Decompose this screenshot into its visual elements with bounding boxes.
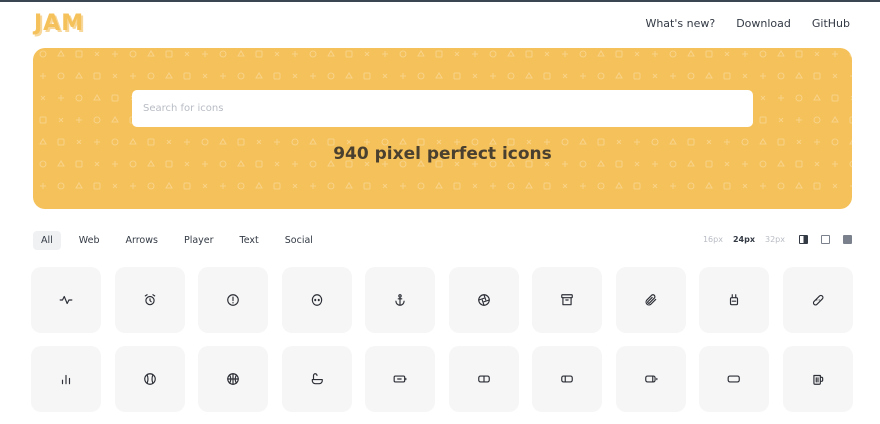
filter-player[interactable]: Player bbox=[176, 231, 222, 250]
alarm-clock-icon bbox=[144, 294, 155, 306]
icon-tile[interactable] bbox=[31, 346, 101, 412]
activity-icon bbox=[59, 295, 73, 305]
icon-tile[interactable] bbox=[699, 267, 769, 333]
size-32px[interactable]: 32px bbox=[765, 235, 785, 244]
filled-square-icon[interactable] bbox=[843, 235, 852, 244]
archive-icon bbox=[561, 294, 573, 306]
icon-tile[interactable] bbox=[532, 267, 602, 333]
half-fill-icon[interactable] bbox=[799, 235, 808, 244]
icon-tile[interactable] bbox=[114, 267, 185, 333]
size-24px[interactable]: 24px bbox=[733, 235, 755, 244]
icon-pattern-background bbox=[39, 49, 852, 190]
logo[interactable]: JAM bbox=[34, 11, 84, 36]
aperture-icon bbox=[477, 294, 490, 306]
battery-half-icon bbox=[477, 375, 490, 383]
hero-title: 940 pixel perfect icons bbox=[333, 144, 552, 164]
alert-circle-icon bbox=[227, 294, 239, 306]
basketball-icon bbox=[227, 373, 239, 385]
icon-tile[interactable] bbox=[114, 346, 185, 412]
size-and-theme-controls: 16px 24px 32px bbox=[703, 235, 852, 244]
hero-banner: 940 pixel perfect icons bbox=[33, 48, 852, 209]
nav-whats-new[interactable]: What's new? bbox=[645, 17, 715, 30]
battery-plug-icon bbox=[729, 294, 739, 306]
beer-icon bbox=[812, 374, 823, 385]
icon-tile[interactable] bbox=[615, 346, 686, 412]
bathtub-icon bbox=[311, 373, 323, 385]
icon-tile[interactable] bbox=[198, 346, 268, 412]
alien-icon bbox=[311, 294, 322, 306]
window-top-border bbox=[0, 0, 880, 2]
paperclip-icon bbox=[645, 294, 656, 306]
icon-tile[interactable] bbox=[782, 346, 853, 412]
baseball-icon bbox=[143, 373, 156, 385]
top-nav: What's new? Download GitHub bbox=[645, 17, 850, 30]
battery-quarter-icon bbox=[561, 375, 573, 383]
icon-tile[interactable] bbox=[198, 267, 268, 333]
filter-arrows[interactable]: Arrows bbox=[118, 231, 166, 250]
filter-text[interactable]: Text bbox=[232, 231, 267, 250]
filter-all[interactable]: All bbox=[33, 231, 61, 250]
search-input[interactable] bbox=[132, 90, 753, 127]
icon-tile[interactable] bbox=[31, 267, 101, 333]
icon-tile[interactable] bbox=[699, 346, 769, 412]
battery-charging-icon bbox=[393, 375, 407, 383]
filter-social[interactable]: Social bbox=[277, 231, 321, 250]
icon-tile[interactable] bbox=[281, 267, 352, 333]
filter-web[interactable]: Web bbox=[71, 231, 108, 250]
icon-tile[interactable] bbox=[615, 267, 686, 333]
size-16px[interactable]: 16px bbox=[703, 235, 723, 244]
icon-tile[interactable] bbox=[281, 346, 352, 412]
bar-chart-icon bbox=[61, 374, 71, 385]
icon-grid bbox=[31, 267, 853, 412]
icon-tile[interactable] bbox=[448, 346, 519, 412]
nav-download[interactable]: Download bbox=[736, 17, 791, 30]
icon-tile[interactable] bbox=[365, 346, 435, 412]
category-filters: All Web Arrows Player Text Social bbox=[33, 231, 321, 250]
bandage-icon bbox=[812, 294, 824, 306]
icon-tile[interactable] bbox=[782, 267, 853, 333]
icon-tile[interactable] bbox=[365, 267, 435, 333]
battery-three-quarter-icon bbox=[644, 375, 657, 383]
outline-square-icon[interactable] bbox=[821, 235, 830, 244]
anchor-icon bbox=[395, 294, 405, 306]
nav-github[interactable]: GitHub bbox=[812, 17, 850, 30]
battery-empty-icon bbox=[727, 375, 740, 383]
icon-tile[interactable] bbox=[532, 346, 602, 412]
icon-tile[interactable] bbox=[448, 267, 519, 333]
